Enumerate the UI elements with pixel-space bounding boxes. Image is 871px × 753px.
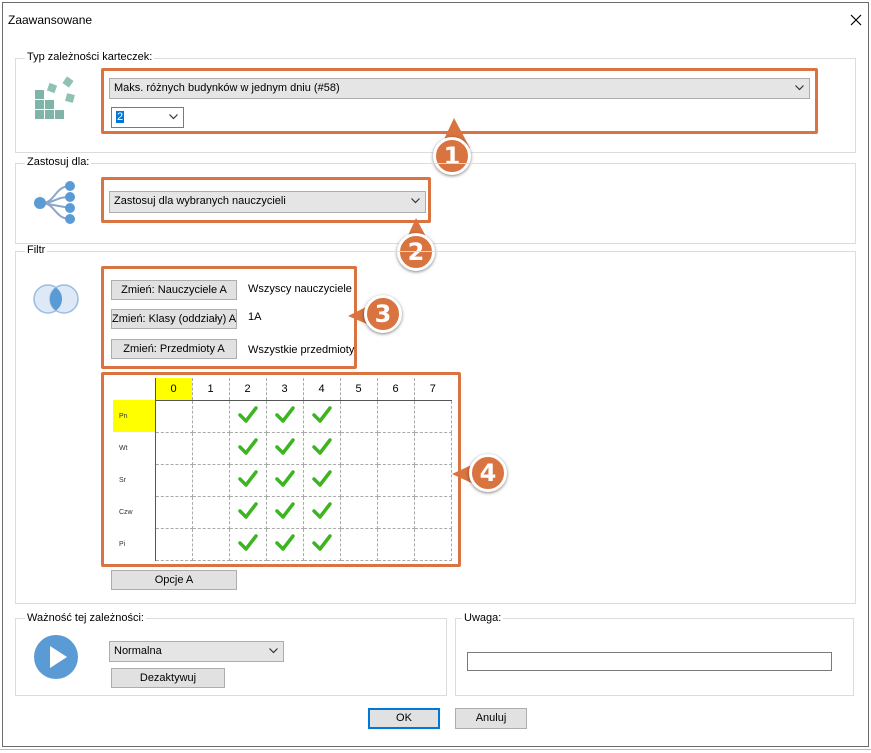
cancel-button[interactable]: Anuluj xyxy=(455,708,527,729)
callout-frame-4 xyxy=(101,372,461,567)
options-button[interactable]: Opcje A xyxy=(111,570,237,590)
callout-frame-3 xyxy=(101,266,357,369)
chevron-down-icon xyxy=(269,648,278,654)
dependency-type-label: Typ zależności karteczek: xyxy=(25,51,155,63)
play-icon xyxy=(34,635,78,679)
callout-badge-3: 3 xyxy=(364,295,402,333)
deactivate-button[interactable]: Dezaktywuj xyxy=(111,668,225,688)
importance-value: Normalna xyxy=(114,645,162,657)
divider xyxy=(0,749,871,750)
window-title: Zaawansowane xyxy=(8,13,93,27)
hierarchy-icon xyxy=(34,181,75,224)
venn-icon xyxy=(33,284,79,314)
filter-label: Filtr xyxy=(25,244,48,256)
callout-frame-2 xyxy=(101,177,431,223)
cards-icon xyxy=(35,76,75,119)
importance-label: Ważność tej zależności: xyxy=(25,612,146,624)
note-label: Uwaga: xyxy=(462,612,504,624)
apply-for-label: Zastosuj dla: xyxy=(25,156,92,168)
close-icon[interactable] xyxy=(849,13,863,27)
importance-select[interactable]: Normalna xyxy=(109,641,284,662)
callout-badge-4: 4 xyxy=(469,454,507,492)
ok-button[interactable]: OK xyxy=(368,708,440,729)
note-input[interactable] xyxy=(467,652,832,671)
